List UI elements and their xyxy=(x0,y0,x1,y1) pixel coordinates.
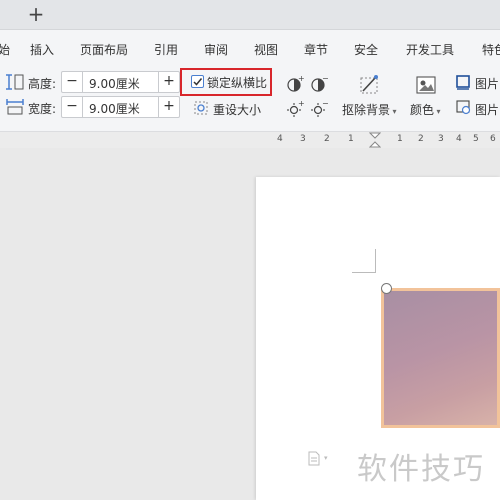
menu-review[interactable]: 审阅 xyxy=(204,41,228,58)
brightness-decrease-icon[interactable]: − xyxy=(310,100,328,118)
menu-references[interactable]: 引用 xyxy=(154,41,178,58)
checkmark-icon xyxy=(193,78,203,86)
reset-size-button[interactable]: 重设大小 xyxy=(213,101,261,118)
ruler-tick-label: 4 xyxy=(456,134,462,144)
height-stepper[interactable]: − 9.00厘米 + xyxy=(61,71,180,93)
contrast-decrease-icon[interactable]: − xyxy=(310,75,328,93)
new-tab-button[interactable]: + xyxy=(24,3,48,27)
resize-handle[interactable] xyxy=(381,283,392,294)
ruler-tick-label: 6 xyxy=(490,134,496,144)
menu-security[interactable]: 安全 xyxy=(354,41,378,58)
width-decrease-button[interactable]: − xyxy=(62,97,83,117)
svg-text:−: − xyxy=(322,75,328,83)
ruler-tick-label: 1 xyxy=(348,134,354,144)
width-increase-button[interactable]: + xyxy=(158,97,179,117)
remove-background-icon[interactable] xyxy=(357,73,381,97)
svg-text:−: − xyxy=(322,100,328,108)
picture-effects-button[interactable]: 图片 xyxy=(475,101,499,118)
ruler-tick-label: 2 xyxy=(418,134,424,144)
width-input[interactable]: 9.00厘米 xyxy=(89,100,140,117)
remove-background-button[interactable]: 抠除背景 ▾ xyxy=(342,101,397,118)
remove-background-label: 抠除背景 xyxy=(342,103,391,117)
horizontal-ruler: 4 3 2 1 1 2 3 4 5 6 xyxy=(0,132,500,148)
height-decrease-button[interactable]: − xyxy=(62,72,83,92)
color-button[interactable]: 颜色 ▾ xyxy=(410,101,441,118)
margin-corner-mark xyxy=(352,249,376,273)
svg-text:+: + xyxy=(298,100,304,108)
lock-aspect-label[interactable]: 锁定纵横比 xyxy=(207,74,267,91)
menu-special[interactable]: 特色 xyxy=(482,41,500,58)
picture-effects-icon[interactable] xyxy=(455,99,471,115)
contrast-increase-icon[interactable]: + xyxy=(286,75,304,93)
document-icon[interactable]: ▾ xyxy=(308,451,334,467)
height-increase-button[interactable]: + xyxy=(158,72,179,92)
width-label: 宽度: xyxy=(28,102,57,116)
menu-developer-tools[interactable]: 开发工具 xyxy=(406,41,454,58)
menu-view[interactable]: 视图 xyxy=(254,41,278,58)
height-input[interactable]: 9.00厘米 xyxy=(89,75,140,92)
color-icon[interactable] xyxy=(414,73,438,97)
lock-aspect-checkbox[interactable] xyxy=(191,75,204,88)
picture-border-button[interactable]: 图片 xyxy=(475,75,499,92)
chevron-down-icon: ▾ xyxy=(434,107,441,116)
svg-text:+: + xyxy=(298,75,304,83)
menu-bar: 始 插入 页面布局 引用 审阅 视图 章节 安全 开发工具 特色 xyxy=(0,30,500,66)
ruler-tick-label: 2 xyxy=(324,134,330,144)
menu-start[interactable]: 始 xyxy=(0,41,10,58)
ruler-tick-label: 5 xyxy=(473,134,479,144)
width-stepper[interactable]: − 9.00厘米 + xyxy=(61,96,180,118)
ruler-tick-label: 4 xyxy=(277,134,283,144)
indent-marker-icon[interactable] xyxy=(369,132,381,148)
svg-text:▾: ▾ xyxy=(324,454,328,462)
tab-strip: + xyxy=(0,0,500,30)
brightness-increase-icon[interactable]: + xyxy=(286,100,304,118)
height-label: 高度: xyxy=(28,77,57,91)
reset-size-icon xyxy=(194,101,208,115)
menu-page-layout[interactable]: 页面布局 xyxy=(80,41,128,58)
menu-chapter[interactable]: 章节 xyxy=(304,41,328,58)
ruler-tick-label: 1 xyxy=(397,134,403,144)
selected-picture[interactable] xyxy=(381,288,500,428)
picture-border-icon[interactable] xyxy=(455,74,471,90)
ruler-tick-label: 3 xyxy=(438,134,444,144)
ruler-tick-label: 3 xyxy=(300,134,306,144)
chevron-down-icon: ▾ xyxy=(390,107,397,116)
watermark-text: 软件技巧 xyxy=(357,452,485,487)
height-icon xyxy=(6,74,24,90)
width-icon xyxy=(6,99,24,115)
color-label: 颜色 xyxy=(410,103,435,117)
menu-insert[interactable]: 插入 xyxy=(30,41,54,58)
